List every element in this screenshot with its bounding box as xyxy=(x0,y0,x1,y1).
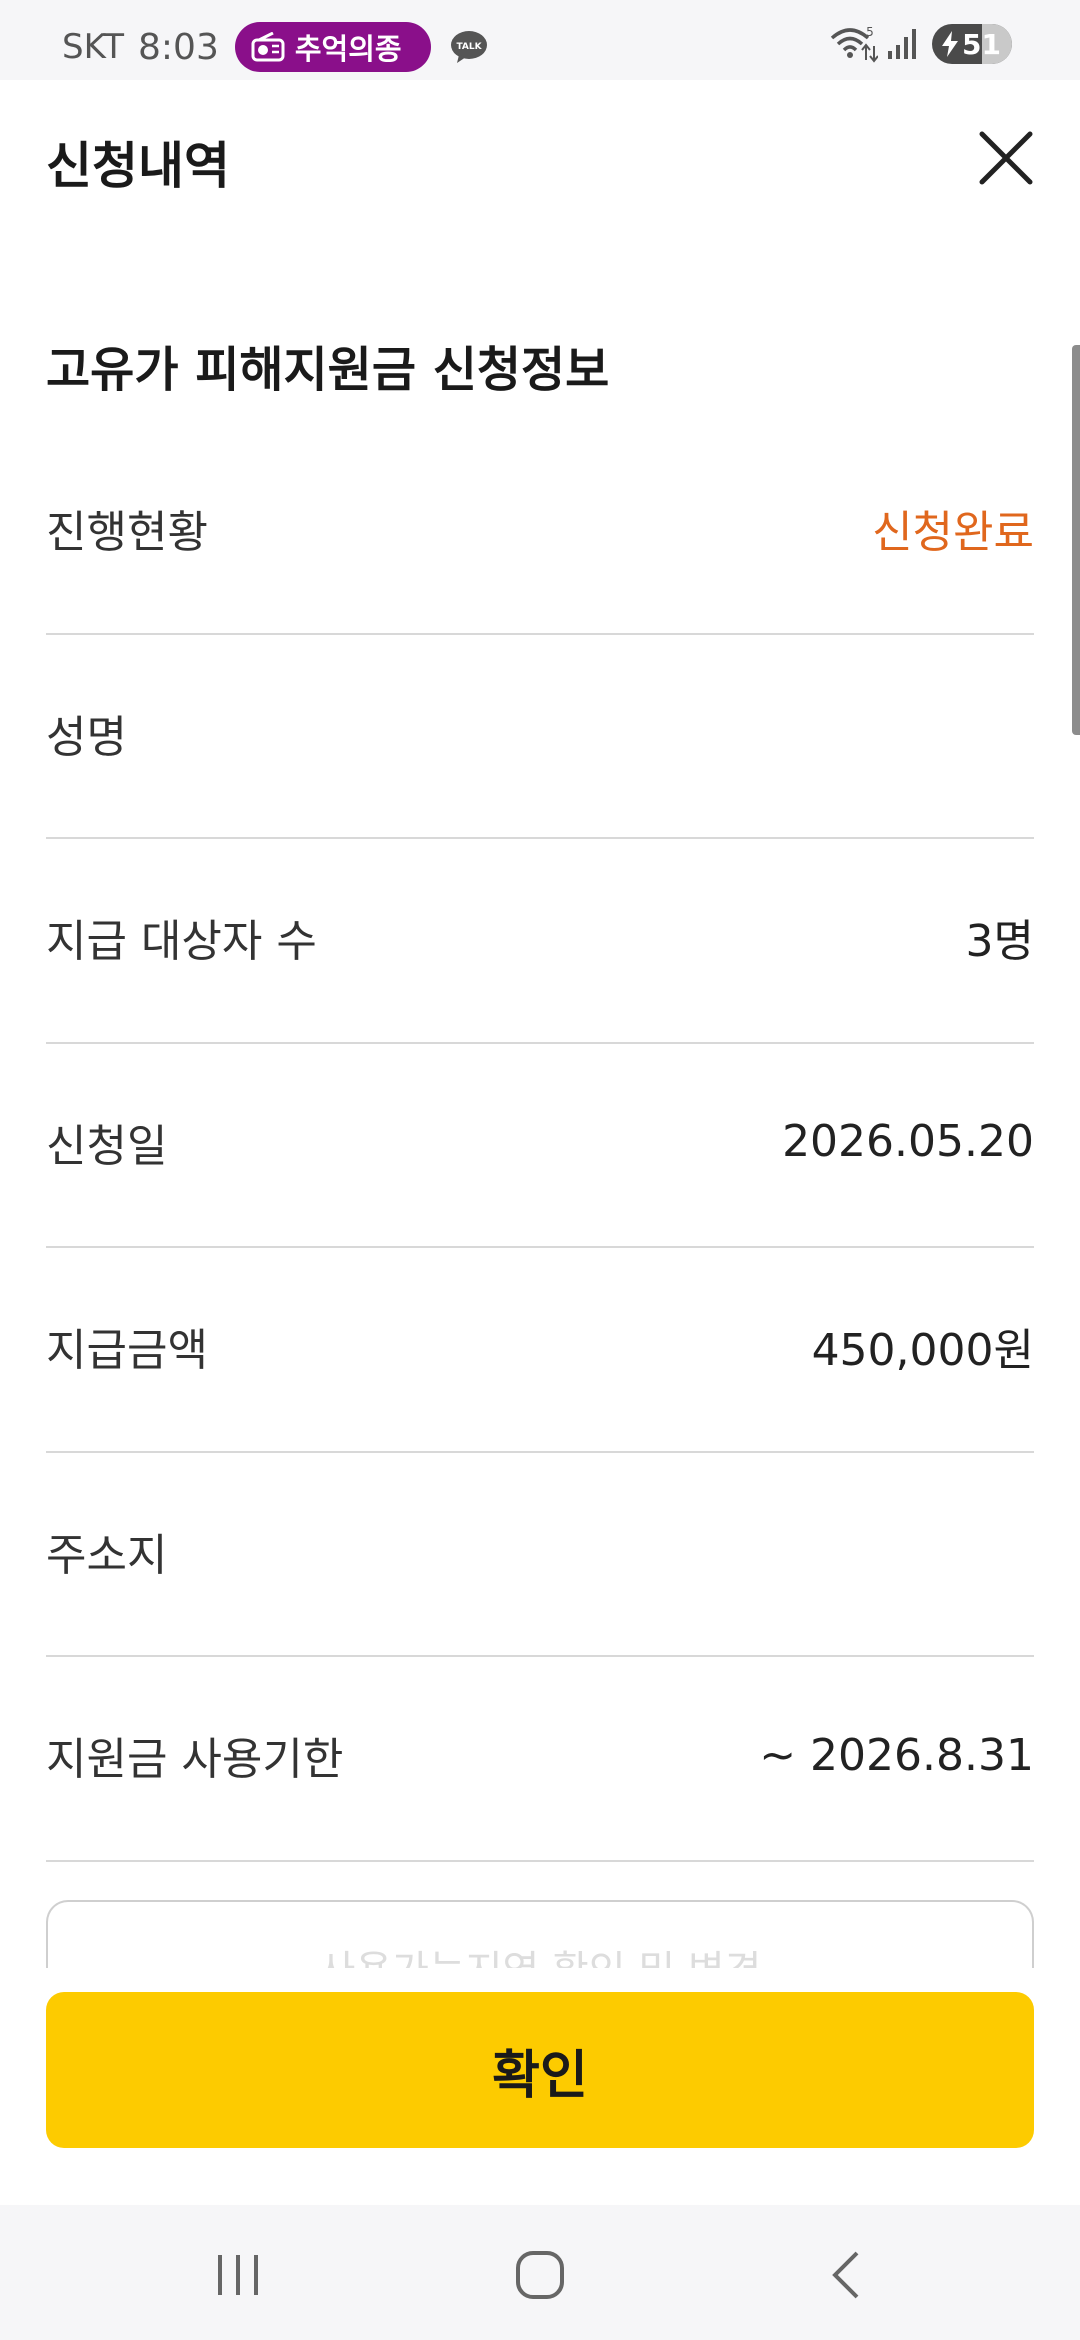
battery-level: 51 xyxy=(962,27,1001,61)
info-row-address: 주소지 xyxy=(46,1453,1034,1657)
application-date-value: 2026.05.20 xyxy=(782,1116,1034,1168)
back-icon xyxy=(832,2251,859,2299)
info-label-address: 주소지 xyxy=(46,1529,168,1581)
info-row-recipients: 지급 대상자 수 3명 xyxy=(46,839,1034,1044)
info-row-status: 진행현황 신청완료 xyxy=(46,430,1034,635)
carrier-label: SKT xyxy=(62,27,125,67)
signal-icon xyxy=(888,29,916,59)
info-row-expiry: 지원금 사용기한 ~ 2026.8.31 xyxy=(46,1657,1034,1862)
recent-apps-button[interactable] xyxy=(198,2235,278,2315)
radio-notification-pill[interactable]: 추억의종 xyxy=(234,22,431,72)
status-left: SKT 8:03 추억의종 TALK xyxy=(62,22,489,72)
amount-value: 450,000원 xyxy=(811,1325,1034,1377)
page-title: 신청내역 xyxy=(46,137,230,195)
recipients-value: 3명 xyxy=(965,916,1034,968)
navigation-bar xyxy=(0,2205,1080,2340)
info-label-expiry: 지원금 사용기한 xyxy=(46,1734,344,1786)
home-icon xyxy=(516,2251,564,2299)
network-type-label: 5 xyxy=(866,25,874,39)
radio-notification-text: 추억의종 xyxy=(294,32,402,66)
recent-apps-icon xyxy=(218,2255,258,2295)
charging-bolt-icon xyxy=(942,31,958,57)
header: 신청내역 xyxy=(0,80,1080,240)
confirm-button[interactable]: 확인 xyxy=(46,1992,1034,2148)
info-row-application-date: 신청일 2026.05.20 xyxy=(46,1044,1034,1248)
section-title: 고유가 피해지원금 신청정보 xyxy=(46,342,610,398)
info-label-application-date: 신청일 xyxy=(46,1120,168,1172)
status-bar: SKT 8:03 추억의종 TALK 5 51 xyxy=(0,0,1080,80)
info-label-status: 진행현황 xyxy=(46,507,208,559)
close-icon xyxy=(979,131,1033,185)
home-button[interactable] xyxy=(500,2235,580,2315)
talk-icon-label: TALK xyxy=(456,42,482,52)
back-button[interactable] xyxy=(806,2235,886,2315)
status-right: 5 51 xyxy=(830,24,1012,64)
info-label-name: 성명 xyxy=(46,711,127,763)
kakaotalk-icon: TALK xyxy=(450,31,487,63)
battery-indicator: 51 xyxy=(932,24,1012,64)
scroll-indicator[interactable] xyxy=(1072,345,1080,735)
info-row-name: 성명 xyxy=(46,635,1034,839)
info-label-recipients: 지급 대상자 수 xyxy=(46,916,317,968)
info-list: 진행현황 신청완료 성명 지급 대상자 수 3명 신청일 2026.05.20 … xyxy=(46,430,1034,1862)
radio-icon xyxy=(251,32,285,62)
info-row-amount: 지급금액 450,000원 xyxy=(46,1248,1034,1453)
clock: 8:03 xyxy=(138,26,219,68)
expiry-value: ~ 2026.8.31 xyxy=(759,1729,1034,1781)
status-value: 신청완료 xyxy=(872,507,1034,559)
wifi-icon: 5 xyxy=(830,25,878,63)
close-button[interactable] xyxy=(968,120,1044,196)
confirm-label: 확인 xyxy=(492,2045,588,2106)
info-label-amount: 지급금액 xyxy=(46,1325,208,1377)
